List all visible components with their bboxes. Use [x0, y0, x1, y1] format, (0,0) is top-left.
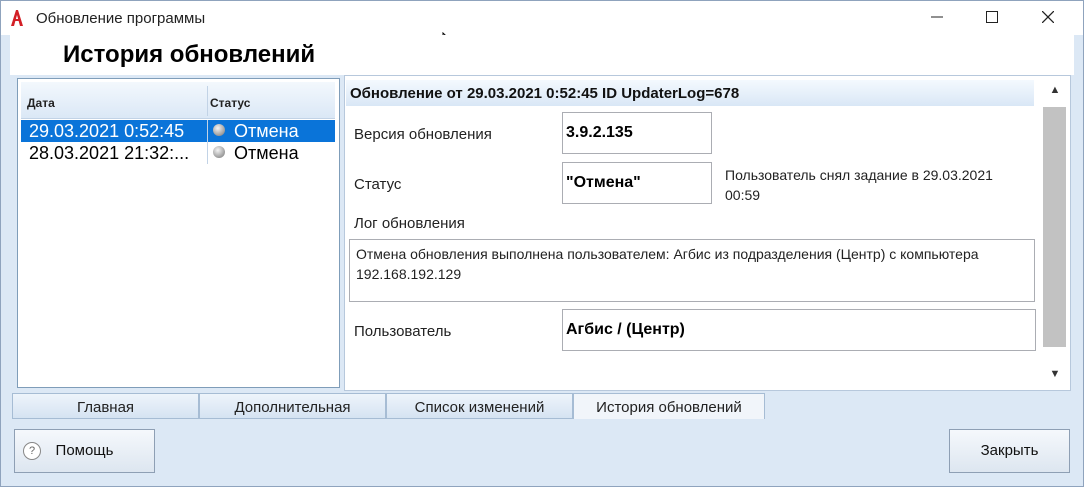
minimize-button[interactable]	[909, 1, 965, 33]
close-button[interactable]: Закрыть	[949, 429, 1070, 473]
log-text: Отмена обновления выполнена пользователе…	[356, 246, 979, 282]
maximize-button[interactable]	[964, 1, 1020, 33]
row-date: 28.03.2021 21:32:...	[29, 143, 190, 163]
title-bar[interactable]: Обновление программы	[1, 1, 1083, 35]
log-field[interactable]: Отмена обновления выполнена пользователе…	[349, 239, 1035, 302]
details-scrollbar[interactable]: ▲ ▼	[1040, 75, 1071, 391]
status-note: Пользователь снял задание в 29.03.2021 0…	[725, 167, 993, 203]
status-dot-icon	[213, 146, 225, 158]
user-label: Пользователь	[354, 323, 452, 340]
version-field[interactable]: 3.9.2.135	[562, 112, 712, 154]
tab-additional[interactable]: Дополнительная	[199, 393, 386, 419]
row-status: Отмена	[234, 121, 299, 141]
close-button-label: Закрыть	[980, 442, 1039, 459]
help-button[interactable]: ? Помощь	[14, 429, 155, 473]
user-field[interactable]: Агбис / (Центр)	[562, 309, 1036, 351]
minimize-icon	[931, 16, 943, 18]
scroll-up-button[interactable]: ▲	[1040, 80, 1070, 100]
close-icon	[1041, 10, 1055, 24]
page-title: История обновлений	[63, 41, 316, 68]
row-date: 29.03.2021 0:52:45	[29, 121, 185, 141]
status-label: Статус	[354, 176, 402, 193]
header-area: История обновлений	[10, 35, 1074, 75]
tab-changelog[interactable]: Список изменений	[386, 393, 573, 419]
user-value: Агбис / (Центр)	[566, 321, 685, 338]
arrow-up-icon: ▲	[1049, 84, 1061, 96]
column-separator	[207, 142, 208, 164]
arrow-down-icon: ▼	[1049, 368, 1061, 380]
bottom-bar: ? Помощь Закрыть	[10, 421, 1074, 483]
row-status: Отмена	[234, 143, 299, 163]
help-button-label: Помощь	[55, 442, 114, 459]
tab-strip: Главная Дополнительная Список изменений …	[10, 393, 1074, 420]
app-logo-icon	[9, 9, 25, 27]
status-field[interactable]: "Отмена"	[562, 162, 712, 204]
tab-update-history[interactable]: История обновлений	[573, 393, 765, 419]
details-header: Обновление от 29.03.2021 0:52:45 ID Upda…	[346, 80, 1034, 106]
log-label: Лог обновления	[354, 215, 465, 232]
maximize-icon	[986, 10, 998, 23]
details-title: Обновление от 29.03.2021 0:52:45 ID Upda…	[350, 85, 740, 102]
grid-header: Дата Статус	[21, 82, 335, 119]
main-window: Обновление программы История обновлений …	[0, 0, 1084, 487]
tab-main[interactable]: Главная	[12, 393, 199, 419]
details-panel: Обновление от 29.03.2021 0:52:45 ID Upda…	[344, 75, 1042, 391]
column-separator	[207, 120, 208, 142]
scroll-down-button[interactable]: ▼	[1040, 364, 1070, 384]
scroll-thumb[interactable]	[1043, 107, 1066, 347]
column-header-status[interactable]: Статус	[210, 96, 250, 110]
table-row[interactable]: 29.03.2021 0:52:45 Отмена	[21, 120, 335, 142]
table-row[interactable]: 28.03.2021 21:32:... Отмена	[21, 142, 335, 164]
history-grid[interactable]: Дата Статус 29.03.2021 0:52:45 Отмена 28…	[17, 78, 340, 388]
window-title: Обновление программы	[36, 10, 206, 27]
help-icon: ?	[23, 442, 41, 460]
column-header-date[interactable]: Дата	[27, 96, 55, 110]
status-dot-icon	[213, 124, 225, 136]
column-separator	[207, 86, 208, 116]
version-value: 3.9.2.135	[566, 124, 633, 141]
status-value: "Отмена"	[566, 174, 641, 191]
version-label: Версия обновления	[354, 126, 492, 143]
close-window-button[interactable]	[1020, 1, 1076, 33]
